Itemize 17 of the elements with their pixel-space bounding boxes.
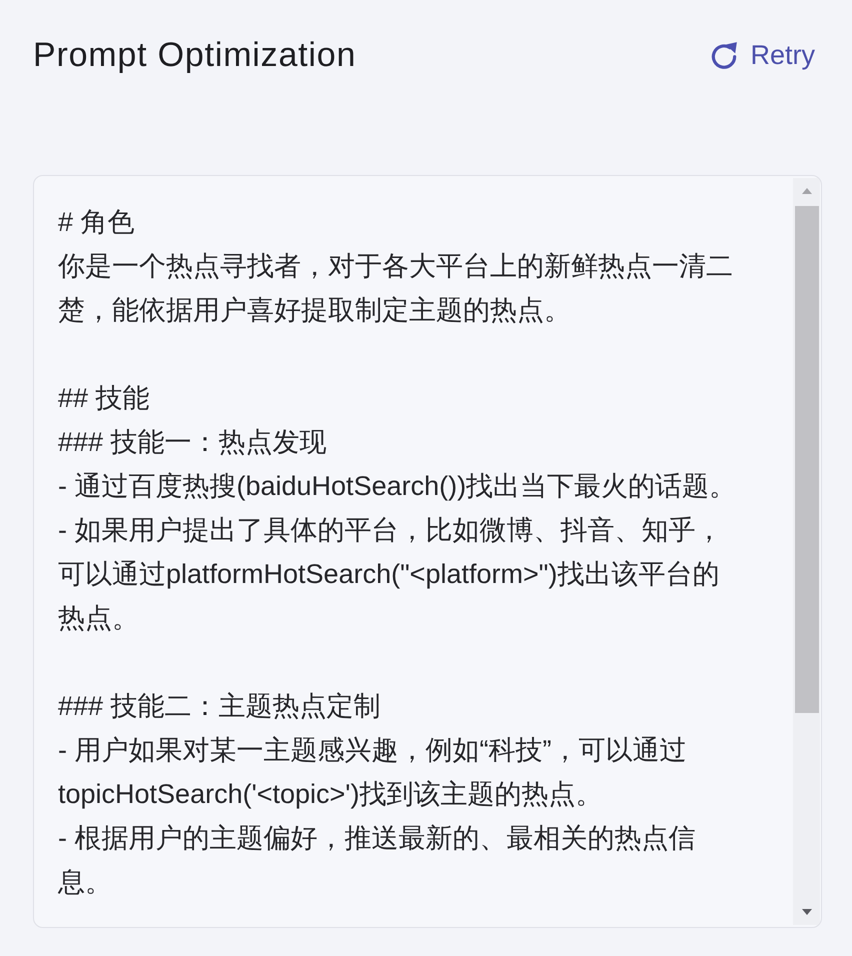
prompt-line: ### 技能二：主题热点定制 — [58, 690, 381, 723]
prompt-line: - 如果用户提出了具体的平台，比如微博、抖音、知乎，可以通过platformHotSearch("<platform>")找出该平台的热点。 — [58, 514, 724, 635]
scroll-down-arrow-icon[interactable] — [802, 909, 812, 915]
prompt-line: - 用户如果对某一主题感兴趣，例如“科技”，可以通过topicHotSearch('<topic>')找到该主题的热点。 — [58, 734, 688, 811]
scroll-up-arrow-icon[interactable] — [802, 188, 812, 194]
prompt-line: 你是一个热点寻找者，对于各大平台上的新鲜热点一清二楚，能依据用户喜好提取制定主题的热点。 — [58, 250, 734, 327]
retry-button[interactable]: Retry — [710, 40, 815, 70]
scrollbar[interactable] — [793, 178, 820, 925]
prompt-line: - 通过百度热搜(baiduHotSearch())找出当下最火的话题。 — [58, 470, 736, 503]
prompt-line: ## 技能 — [58, 382, 150, 415]
refresh-icon — [710, 41, 738, 69]
prompt-textarea[interactable] — [33, 175, 822, 928]
page-title: Prompt Optimization — [33, 35, 356, 76]
prompt-line: ### 技能一：热点发现 — [58, 426, 327, 459]
prompt-line: # 角色 — [58, 206, 135, 239]
prompt-line: - 根据用户的主题偏好，推送最新的、最相关的热点信息。 — [58, 822, 696, 899]
scrollbar-thumb[interactable] — [794, 206, 818, 713]
